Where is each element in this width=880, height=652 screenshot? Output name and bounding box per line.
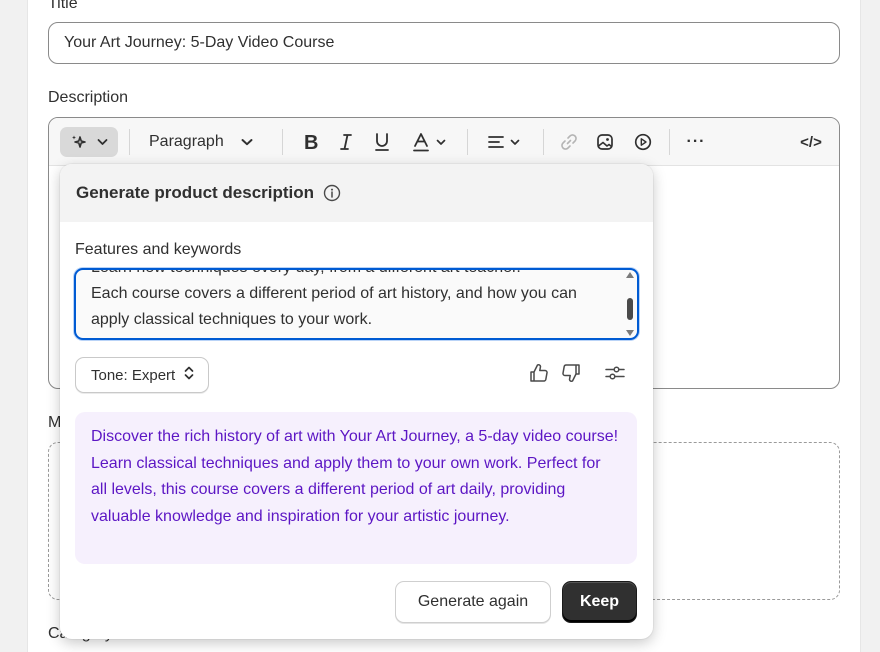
title-input[interactable]: Your Art Journey: 5-Day Video Course — [48, 22, 840, 64]
ai-generate-button[interactable] — [60, 127, 118, 157]
toolbar-divider — [669, 129, 670, 155]
features-keywords-textarea[interactable]: Learn new techniques every day, from a d… — [74, 268, 639, 340]
generate-description-popover: Generate product description Features an… — [60, 164, 653, 639]
features-keywords-text: Learn new techniques every day, from a d… — [91, 270, 611, 333]
thumbs-down-icon — [560, 362, 582, 389]
toolbar-divider — [543, 129, 544, 155]
keep-button[interactable]: Keep — [562, 581, 637, 623]
image-icon — [596, 133, 614, 151]
text-color-button[interactable] — [406, 127, 452, 157]
description-label: Description — [48, 89, 129, 106]
settings-button[interactable] — [603, 363, 627, 387]
more-actions-button[interactable]: ··· — [681, 127, 711, 157]
thumbs-down-button[interactable] — [559, 363, 583, 387]
textarea-scrollbar[interactable] — [626, 272, 634, 336]
features-keywords-value: Each course covers a different period of… — [91, 285, 577, 328]
link-icon — [560, 133, 578, 151]
bold-icon: B — [302, 133, 318, 151]
generated-description: Discover the rich history of art with Yo… — [75, 412, 637, 564]
more-icon: ··· — [686, 133, 706, 150]
text-color-icon — [412, 132, 430, 152]
toolbar-divider — [467, 129, 468, 155]
italic-button[interactable] — [332, 127, 360, 157]
paragraph-select-label: Paragraph — [149, 133, 224, 150]
code-view-button[interactable]: </> — [794, 127, 828, 157]
select-arrows-icon — [175, 365, 195, 385]
generate-again-button[interactable]: Generate again — [395, 581, 551, 623]
insert-image-button[interactable] — [592, 127, 618, 157]
code-icon: </> — [800, 133, 822, 151]
sparkle-icon — [71, 134, 89, 150]
features-keywords-label: Features and keywords — [75, 241, 242, 258]
thumbs-up-icon — [528, 362, 550, 389]
editor-toolbar: Paragraph B ··· </> — [49, 118, 839, 166]
features-keywords-hidden-line: Learn new techniques every day, from a d… — [91, 270, 611, 281]
popover-header: Generate product description — [60, 164, 653, 222]
align-button[interactable] — [480, 127, 526, 157]
link-button[interactable] — [556, 127, 582, 157]
title-label: Title — [48, 0, 78, 12]
info-icon[interactable] — [323, 184, 341, 202]
svg-text:B: B — [304, 133, 318, 151]
tone-select[interactable]: Tone: Expert — [75, 357, 210, 393]
italic-icon — [339, 133, 353, 151]
paragraph-select[interactable]: Paragraph — [142, 127, 268, 157]
insert-video-button[interactable] — [630, 127, 656, 157]
align-left-icon — [487, 134, 505, 150]
toolbar-divider — [129, 129, 130, 155]
chevron-down-icon — [436, 139, 446, 146]
chevron-down-icon — [510, 139, 520, 146]
chevron-down-icon — [97, 138, 108, 146]
toolbar-divider — [282, 129, 283, 155]
bold-button[interactable]: B — [296, 127, 324, 157]
underline-icon — [374, 132, 390, 152]
underline-button[interactable] — [368, 127, 396, 157]
thumbs-up-button[interactable] — [527, 363, 551, 387]
sliders-icon — [604, 362, 626, 389]
popover-title: Generate product description — [76, 183, 315, 202]
chevron-down-icon — [241, 138, 253, 146]
play-circle-icon — [634, 133, 652, 151]
tone-select-label: Tone: Expert — [91, 366, 176, 384]
